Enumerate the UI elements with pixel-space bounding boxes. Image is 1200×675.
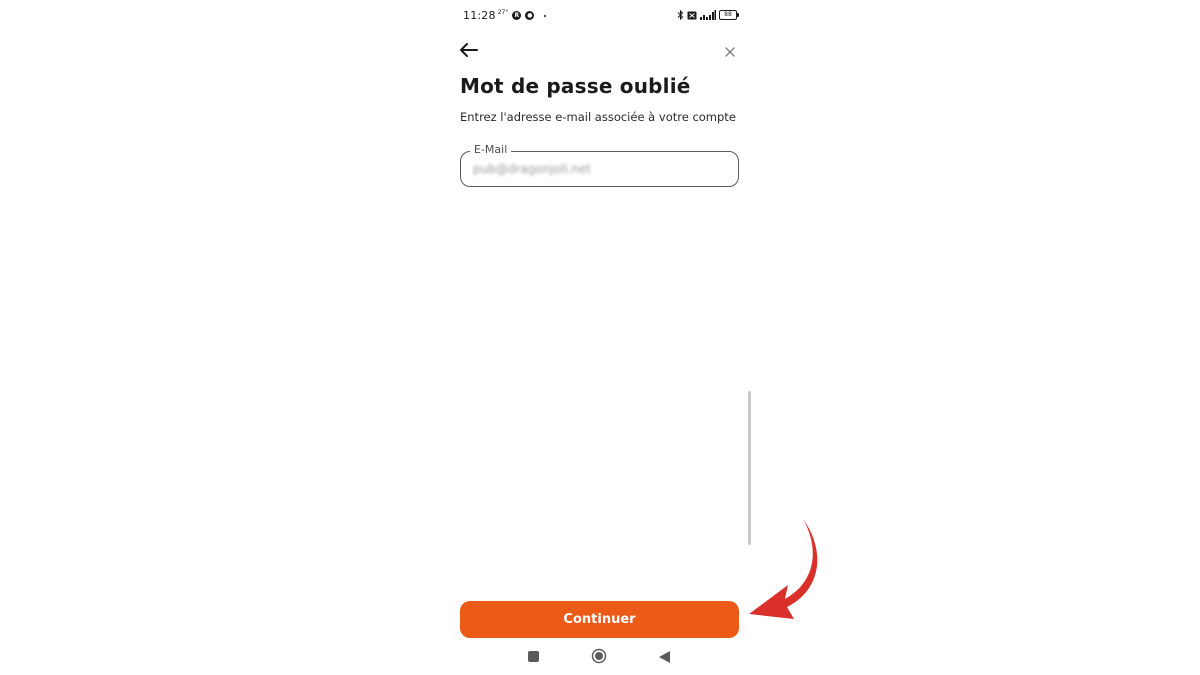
status-bar: 11:28 27° R ● 88 bbox=[463, 9, 739, 25]
phone-screen: 11:28 27° R ● 88 Mot de passe oublié Ent… bbox=[445, 0, 755, 675]
notification-more-icon bbox=[544, 14, 547, 17]
close-button[interactable] bbox=[723, 44, 737, 58]
battery-icon: 88 bbox=[719, 10, 739, 20]
email-field-label: E-Mail bbox=[470, 143, 512, 156]
continue-button[interactable]: Continuer bbox=[460, 601, 739, 638]
notification-app-icon-2: ● bbox=[525, 11, 535, 20]
home-button[interactable] bbox=[591, 648, 607, 664]
status-time: 11:28 bbox=[463, 9, 496, 22]
email-field[interactable]: E-Mail pub@dragonjoli.net bbox=[460, 143, 739, 187]
notification-app-icon: R bbox=[512, 11, 522, 20]
nav-back-button[interactable] bbox=[658, 649, 671, 663]
mute-icon bbox=[687, 11, 697, 19]
circle-home-icon bbox=[591, 648, 607, 664]
recents-button[interactable] bbox=[528, 651, 539, 662]
triangle-back-icon bbox=[659, 651, 670, 663]
arrow-left-icon bbox=[460, 43, 478, 57]
status-right: 88 bbox=[677, 10, 739, 20]
status-temperature: 27° bbox=[497, 9, 509, 16]
page-title: Mot de passe oublié bbox=[460, 74, 691, 98]
page-subtitle: Entrez l'adresse e-mail associée à votre… bbox=[460, 110, 736, 124]
email-field-value[interactable]: pub@dragonjoli.net bbox=[473, 162, 591, 176]
back-button[interactable] bbox=[459, 40, 481, 60]
screenshot-canvas: 11:28 27° R ● 88 Mot de passe oublié Ent… bbox=[0, 0, 1200, 675]
bluetooth-icon bbox=[677, 10, 684, 20]
annotation-arrow-icon bbox=[749, 519, 818, 619]
close-icon bbox=[725, 47, 735, 57]
status-left: 11:28 27° R ● bbox=[463, 9, 547, 22]
signal-icon bbox=[700, 10, 716, 20]
